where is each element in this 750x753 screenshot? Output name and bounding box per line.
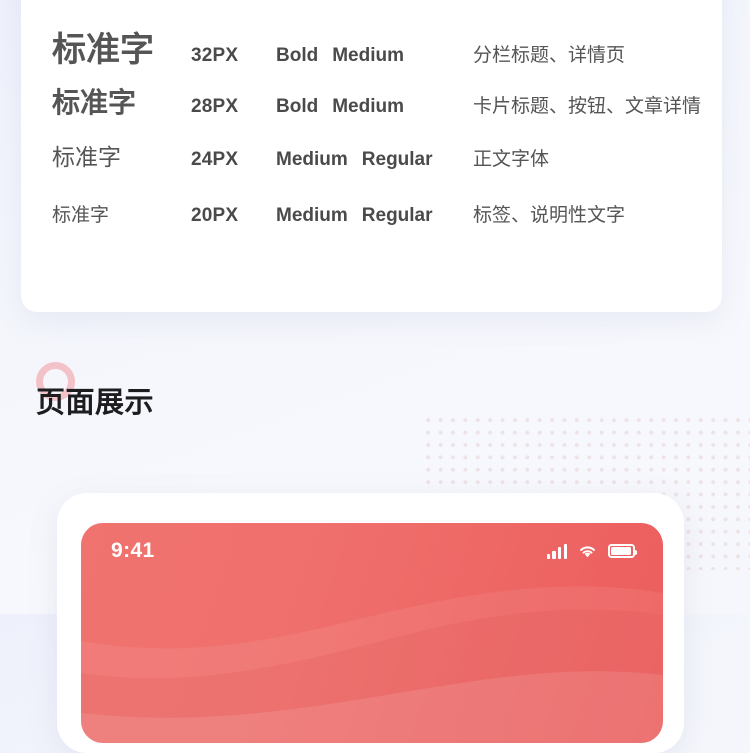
spec-weight-label: Bold Medium — [276, 45, 473, 67]
spec-size-label: 32PX — [191, 45, 239, 66]
table-row: 标准字 28PX Bold Medium 卡片标题、按钮、文章详情 — [52, 81, 722, 138]
table-row: 标准字 36PX Bold 卡片页标题 — [52, 0, 722, 22]
status-time: 9:41 — [111, 539, 155, 562]
spec-usage-label: 分栏标题、详情页 — [473, 45, 626, 66]
spec-weight-secondary: Regular — [361, 149, 433, 170]
battery-fill — [611, 547, 631, 555]
table-row: 标准字 24PX Medium Regular 正文字体 — [52, 138, 722, 200]
section-heading: 页面展示 — [36, 362, 154, 419]
spec-sample-text: 标准字 — [52, 205, 110, 226]
spec-weight-primary: Bold — [276, 96, 319, 117]
spec-usage-label: 卡片标题、按钮、文章详情 — [473, 96, 702, 117]
table-row: 标准字 20PX Medium Regular 标签、说明性文字 — [52, 200, 722, 262]
spec-sample-text: 标准字 — [52, 87, 137, 118]
spec-sample-text: 标准字 — [52, 31, 154, 69]
spec-size-label: 20PX — [191, 205, 239, 226]
spec-weight-label: Medium Regular — [276, 205, 473, 227]
spec-usage-label: 标签、说明性文字 — [473, 205, 626, 226]
spec-weight-primary: Medium — [276, 149, 348, 170]
typography-spec-card: 标准字 36PX Bold 卡片页标题 标准字 32PX Bold Medium … — [21, 0, 722, 312]
spec-weight-label: Medium Regular — [276, 149, 473, 171]
battery-icon — [608, 544, 638, 558]
cellular-signal-icon — [546, 543, 567, 559]
spec-weight-label: Bold Medium — [276, 96, 473, 118]
spec-weight-secondary: Medium — [332, 45, 404, 66]
spec-usage-label: 正文字体 — [473, 149, 550, 170]
phone-mockup-frame: 9:41 — [57, 493, 684, 753]
spec-weight-secondary: Regular — [361, 205, 433, 226]
spec-weight-secondary: Medium — [332, 96, 404, 117]
status-icon-group — [546, 543, 638, 559]
phone-screen: 9:41 — [81, 523, 663, 743]
spec-weight-primary: Medium — [276, 205, 348, 226]
page-title: 页面展示 — [36, 387, 155, 419]
phone-status-bar: 9:41 — [81, 523, 663, 579]
table-row: 标准字 32PX Bold Medium 分栏标题、详情页 — [52, 22, 722, 81]
typography-spec-rows: 标准字 36PX Bold 卡片页标题 标准字 32PX Bold Medium … — [21, 0, 722, 262]
spec-weight-primary: Bold — [276, 45, 319, 66]
wifi-icon — [580, 545, 595, 557]
spec-size-label: 24PX — [191, 149, 239, 170]
spec-size-label: 28PX — [191, 96, 239, 117]
spec-sample-text: 标准字 — [52, 144, 121, 170]
